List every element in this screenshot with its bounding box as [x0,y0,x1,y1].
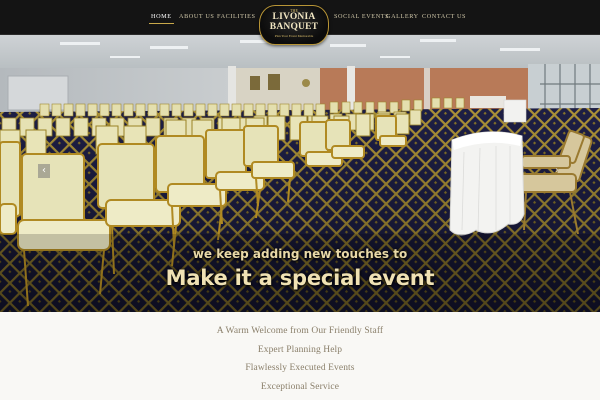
nav-about-us[interactable]: ABOUT US [179,13,214,20]
nav-contact-us[interactable]: CONTACT US [422,13,466,20]
slider-prev-arrow-icon[interactable]: ‹ [38,164,50,178]
service-item: Exceptional Service [260,382,340,392]
nav-home[interactable]: HOME [149,13,174,24]
logo-tagline: Plan Your Event Memorable [274,34,314,38]
hero-caption-small: we keep adding new touches to [192,247,408,261]
hero-slider: ‹ › we keep adding new touches to Make i… [0,34,600,312]
services-list: A Warm Welcome from Our Friendly Staff E… [0,312,600,400]
hero-caption-big: Make it a special event [165,266,435,290]
service-item: Flawlessly Executed Events [245,363,355,373]
logo-name-line2: BANQUET [269,22,319,32]
nav-social-events[interactable]: SOCIAL EVENTS [334,13,389,20]
service-item: Expert Planning Help [257,345,343,355]
nav-gallery[interactable]: GALLERY [386,13,419,20]
nav-facilities[interactable]: FACILITIES [217,13,256,20]
slider-next-arrow-icon[interactable]: › [551,164,563,178]
site-logo[interactable]: THE LIVONIA BANQUET Plan Your Event Memo… [259,5,329,45]
logo-name-line1: LIVONIA [272,12,316,22]
service-item: A Warm Welcome from Our Friendly Staff [216,326,384,336]
